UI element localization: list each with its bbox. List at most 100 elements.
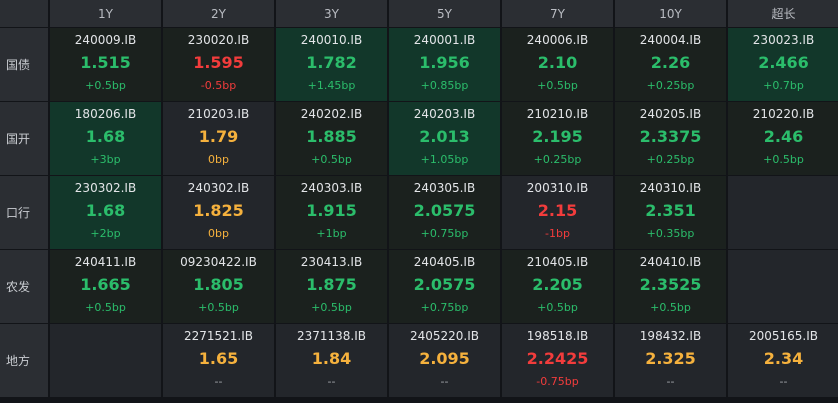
quote-cell[interactable]: 240203.IB 2.013 +1.05bp	[389, 102, 500, 175]
quote-cell[interactable]	[728, 176, 838, 249]
bond-code: 2005165.IB	[748, 329, 819, 343]
yield-value: 1.805	[193, 275, 244, 294]
quote-cell[interactable]: 240302.IB 1.825 0bp	[163, 176, 274, 249]
yield-value: 2.095	[419, 349, 470, 368]
quote-cell[interactable]: 2405220.IB 2.095 --	[389, 324, 500, 397]
quote-cell[interactable]: 240010.IB 1.782 +1.45bp	[276, 28, 387, 101]
bond-code: 240310.IB	[639, 181, 702, 195]
quote-cell[interactable]: 240004.IB 2.26 +0.25bp	[615, 28, 726, 101]
bond-code: 230023.IB	[752, 33, 815, 47]
row-label[interactable]: 国债	[0, 28, 48, 101]
yield-change: +0.25bp	[533, 153, 582, 166]
yield-value: 1.65	[198, 349, 239, 368]
yield-value: 1.782	[306, 53, 357, 72]
yield-value: 1.68	[85, 127, 126, 146]
bond-code: 200310.IB	[526, 181, 589, 195]
quote-cell[interactable]: 2005165.IB 2.34 --	[728, 324, 838, 397]
yield-value: 2.013	[419, 127, 470, 146]
yield-value: 2.3375	[639, 127, 702, 146]
bond-code: 240203.IB	[413, 107, 476, 121]
quote-cell[interactable]: 240310.IB 2.351 +0.35bp	[615, 176, 726, 249]
yield-value: 2.15	[537, 201, 578, 220]
bond-code: 210220.IB	[752, 107, 815, 121]
yield-value: 1.515	[80, 53, 131, 72]
tenor-header[interactable]: 5Y	[389, 0, 500, 27]
yield-change: +2bp	[90, 227, 121, 240]
bond-code: 240006.IB	[526, 33, 589, 47]
yield-change: +0.5bp	[650, 301, 691, 314]
quote-cell[interactable]: 240006.IB 2.10 +0.5bp	[502, 28, 613, 101]
bond-code: 210210.IB	[526, 107, 589, 121]
quote-cell[interactable]	[50, 324, 161, 397]
quote-cell[interactable]: 210203.IB 1.79 0bp	[163, 102, 274, 175]
yield-change: +0.5bp	[537, 79, 578, 92]
bond-code: 240001.IB	[413, 33, 476, 47]
quote-cell[interactable]: 240305.IB 2.0575 +0.75bp	[389, 176, 500, 249]
yield-grid: 1Y 2Y 3Y 5Y 7Y 10Y 超长 国债 240009.IB 1.515 +0.5bp 230…	[0, 0, 838, 403]
bond-code: 240303.IB	[300, 181, 363, 195]
bond-code: 240411.IB	[74, 255, 137, 269]
yield-value: 2.10	[537, 53, 578, 72]
quote-cell[interactable]: 240009.IB 1.515 +0.5bp	[50, 28, 161, 101]
quote-cell[interactable]: 230302.IB 1.68 +2bp	[50, 176, 161, 249]
quote-cell[interactable]: 240405.IB 2.0575 +0.75bp	[389, 250, 500, 323]
yield-change: -1bp	[545, 227, 570, 240]
yield-value: 1.68	[85, 201, 126, 220]
yield-change: +0.5bp	[311, 153, 352, 166]
tenor-header[interactable]: 1Y	[50, 0, 161, 27]
bond-code: 09230422.IB	[180, 255, 257, 269]
yield-value: 2.195	[532, 127, 583, 146]
row-label[interactable]: 国开	[0, 102, 48, 175]
quote-cell[interactable]: 230413.IB 1.875 +0.5bp	[276, 250, 387, 323]
tenor-header[interactable]: 2Y	[163, 0, 274, 27]
yield-value: 1.595	[193, 53, 244, 72]
tenor-header[interactable]: 3Y	[276, 0, 387, 27]
yield-change: +0.85bp	[420, 79, 469, 92]
row-label[interactable]: 地方	[0, 324, 48, 397]
tenor-header[interactable]: 超长	[728, 0, 838, 27]
yield-change: +3bp	[90, 153, 121, 166]
quote-cell[interactable]: 230020.IB 1.595 -0.5bp	[163, 28, 274, 101]
yield-value: 2.0575	[413, 275, 476, 294]
yield-change: +0.25bp	[646, 153, 695, 166]
quote-cell[interactable]: 180206.IB 1.68 +3bp	[50, 102, 161, 175]
yield-value: 1.915	[306, 201, 357, 220]
quote-cell[interactable]: 198518.IB 2.2425 -0.75bp	[502, 324, 613, 397]
yield-value: 2.466	[758, 53, 809, 72]
quote-cell[interactable]: 240202.IB 1.885 +0.5bp	[276, 102, 387, 175]
yield-value: 1.956	[419, 53, 470, 72]
yield-value: 2.351	[645, 201, 696, 220]
yield-change: +0.5bp	[311, 301, 352, 314]
bond-code: 230302.IB	[74, 181, 137, 195]
quote-cell[interactable]: 230023.IB 2.466 +0.7bp	[728, 28, 838, 101]
yield-change: +1bp	[316, 227, 347, 240]
quote-cell[interactable]: 09230422.IB 1.805 +0.5bp	[163, 250, 274, 323]
yield-change: +0.5bp	[763, 153, 804, 166]
quote-cell[interactable]: 240410.IB 2.3525 +0.5bp	[615, 250, 726, 323]
quote-cell[interactable]: 2371138.IB 1.84 --	[276, 324, 387, 397]
quote-cell[interactable]: 240001.IB 1.956 +0.85bp	[389, 28, 500, 101]
quote-cell[interactable]: 210405.IB 2.205 +0.5bp	[502, 250, 613, 323]
tenor-header[interactable]: 7Y	[502, 0, 613, 27]
quote-cell[interactable]: 210210.IB 2.195 +0.25bp	[502, 102, 613, 175]
bond-code: 210203.IB	[187, 107, 250, 121]
bond-code: 210405.IB	[526, 255, 589, 269]
bond-code: 198432.IB	[639, 329, 702, 343]
row-label[interactable]: 农发	[0, 250, 48, 323]
yield-change: +0.75bp	[420, 301, 469, 314]
quote-cell[interactable]: 240205.IB 2.3375 +0.25bp	[615, 102, 726, 175]
quote-cell[interactable]: 2271521.IB 1.65 --	[163, 324, 274, 397]
quote-cell[interactable]: 240303.IB 1.915 +1bp	[276, 176, 387, 249]
quote-cell[interactable]	[728, 250, 838, 323]
yield-change: -0.75bp	[536, 375, 579, 388]
yield-change: --	[779, 375, 788, 388]
quote-cell[interactable]: 198432.IB 2.325 --	[615, 324, 726, 397]
quote-cell[interactable]: 240411.IB 1.665 +0.5bp	[50, 250, 161, 323]
yield-change: 0bp	[208, 227, 229, 240]
bond-code: 198518.IB	[526, 329, 589, 343]
quote-cell[interactable]: 210220.IB 2.46 +0.5bp	[728, 102, 838, 175]
tenor-header[interactable]: 10Y	[615, 0, 726, 27]
row-label[interactable]: 口行	[0, 176, 48, 249]
yield-value: 2.34	[763, 349, 804, 368]
quote-cell[interactable]: 200310.IB 2.15 -1bp	[502, 176, 613, 249]
